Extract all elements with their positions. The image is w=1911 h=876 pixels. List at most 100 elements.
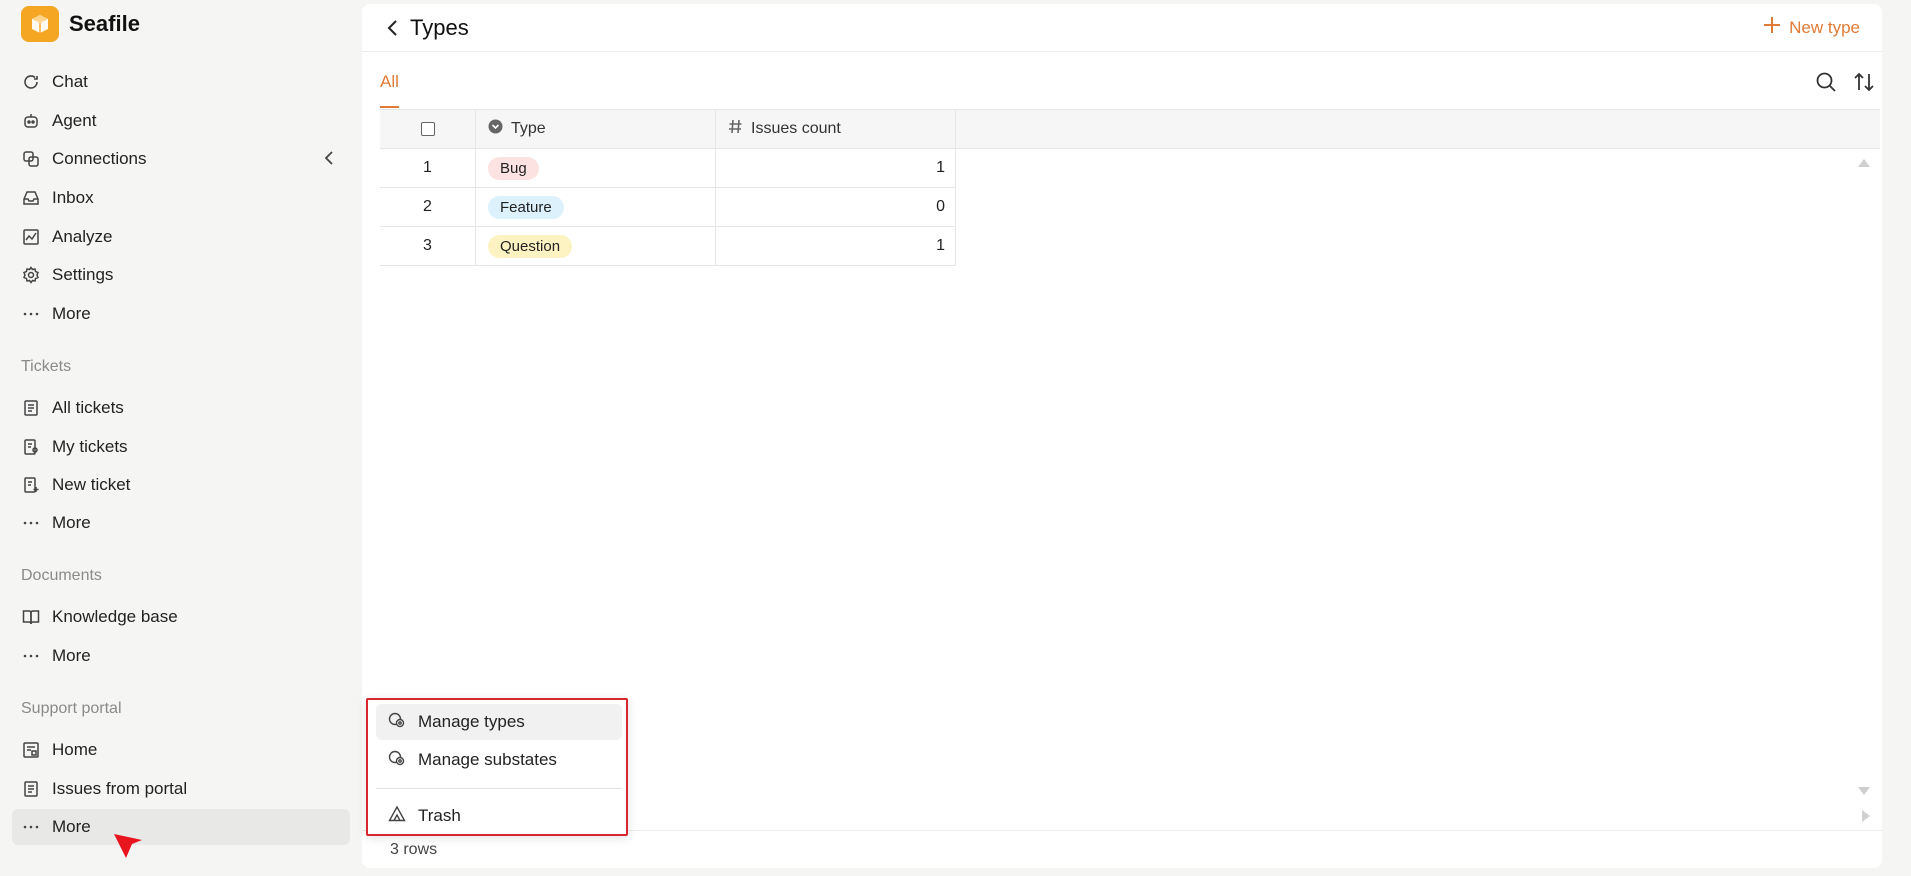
new-type-label: New type [1789,17,1860,37]
select-all-checkbox[interactable] [420,122,435,136]
sidebar-item-connections[interactable]: Connections [12,141,350,177]
header-select-cell [380,110,476,148]
sidebar-item-documents-more[interactable]: More [12,638,350,674]
chevron-left-icon[interactable] [324,150,334,171]
scroll-up-arrow[interactable] [1858,159,1870,167]
search-icon[interactable] [1814,70,1838,94]
sidebar-item-label: Analyze [52,227,113,246]
section-title-support-portal: Support portal [21,700,122,717]
menu-item-label: Manage substates [418,750,557,769]
column-label: Issues count [751,120,841,137]
type-cell[interactable]: Bug [476,149,716,187]
agent-icon [22,112,40,130]
my-tickets-icon [22,438,40,456]
sidebar-item-label: Chat [52,72,88,91]
sidebar-item-agent[interactable]: Agent [12,103,350,139]
inbox-icon [22,189,40,207]
book-icon [22,608,40,626]
sidebar-item-all-tickets[interactable]: All tickets [12,390,350,426]
sidebar-item-my-tickets[interactable]: My tickets [12,429,350,465]
scroll-right-arrow[interactable] [1862,810,1870,822]
more-popup-menu: Manage types Manage substates Trash [366,698,628,836]
mouse-cursor-icon [112,832,144,865]
more-icon [22,818,40,836]
scroll-down-arrow[interactable] [1858,787,1870,795]
section-title-documents: Documents [21,567,102,584]
tickets-icon [22,399,40,417]
connections-icon [22,150,40,168]
app-name: Seafile [69,11,140,36]
trash-icon [388,805,406,828]
table-row[interactable]: 2 Feature 0 [380,188,956,227]
back-arrow-icon[interactable] [384,18,402,38]
sidebar-item-label: All tickets [52,398,124,417]
table-row[interactable]: 1 Bug 1 [380,149,956,188]
gear-icon [22,266,40,284]
new-type-button[interactable]: New type [1763,16,1860,39]
sidebar: Seafile Chat Agent Connections Inbox Ana… [0,0,362,876]
sidebar-item-label: More [52,304,91,323]
type-cell[interactable]: Feature [476,188,716,226]
sidebar-item-inbox[interactable]: Inbox [12,180,350,216]
manage-types-icon [388,711,406,734]
page-header: Types New type [362,4,1882,52]
issues-count-cell[interactable]: 1 [716,227,956,265]
menu-item-manage-types[interactable]: Manage types [376,704,622,740]
home-icon [22,741,40,759]
sidebar-item-label: New ticket [52,475,131,494]
sidebar-item-label: Home [52,740,98,759]
sidebar-item-analyze[interactable]: Analyze [12,219,350,255]
menu-item-trash[interactable]: Trash [376,798,622,834]
row-index: 3 [380,227,476,265]
sidebar-item-new-ticket[interactable]: New ticket [12,467,350,503]
menu-item-label: Trash [418,806,461,825]
brand[interactable]: Seafile [21,6,140,42]
sidebar-item-more[interactable]: More [12,296,350,332]
page-title: Types [410,15,469,40]
table-row[interactable]: 3 Question 1 [380,227,956,266]
sidebar-item-home[interactable]: Home [12,732,350,768]
row-count: 3 rows [390,841,438,858]
new-ticket-icon [22,476,40,494]
sidebar-item-label: More [52,513,91,532]
sort-icon[interactable] [1852,70,1876,94]
more-icon [22,514,40,532]
issues-count-cell[interactable]: 0 [716,188,956,226]
sidebar-item-label: My tickets [52,437,128,456]
menu-divider [376,788,622,789]
sidebar-item-chat[interactable]: Chat [12,64,350,100]
sidebar-item-tickets-more[interactable]: More [12,505,350,541]
issues-icon [22,780,40,798]
sidebar-item-label: Connections [52,149,147,168]
sidebar-item-portal-more[interactable]: More [12,809,350,845]
section-title-tickets: Tickets [21,358,72,375]
type-badge: Feature [488,195,564,219]
row-index: 2 [380,188,476,226]
menu-item-label: Manage types [418,712,525,731]
sidebar-item-knowledge-base[interactable]: Knowledge base [12,599,350,635]
sidebar-item-issues-from-portal[interactable]: Issues from portal [12,771,350,807]
analyze-icon [22,228,40,246]
column-header-type[interactable]: Type [476,110,716,148]
type-badge: Question [488,234,573,258]
more-icon [22,647,40,665]
seafile-logo-icon [21,6,59,42]
column-label: Type [511,120,546,137]
single-select-icon [488,119,503,139]
sidebar-item-label: More [52,646,91,665]
number-hash-icon [728,119,743,139]
grid-header: Type Issues count [380,109,1880,149]
issues-count-cell[interactable]: 1 [716,149,956,187]
sidebar-item-label: Inbox [52,188,94,207]
type-cell[interactable]: Question [476,227,716,265]
type-badge: Bug [488,156,539,180]
plus-icon [1763,16,1781,39]
sidebar-item-label: Issues from portal [52,779,188,798]
sidebar-item-label: Settings [52,265,114,284]
sidebar-item-settings[interactable]: Settings [12,257,350,293]
column-header-issues-count[interactable]: Issues count [716,110,956,148]
sidebar-item-label: Knowledge base [52,607,178,626]
sidebar-item-label: Agent [52,111,97,130]
menu-item-manage-substates[interactable]: Manage substates [376,742,622,778]
tab-all[interactable]: All [380,72,399,108]
